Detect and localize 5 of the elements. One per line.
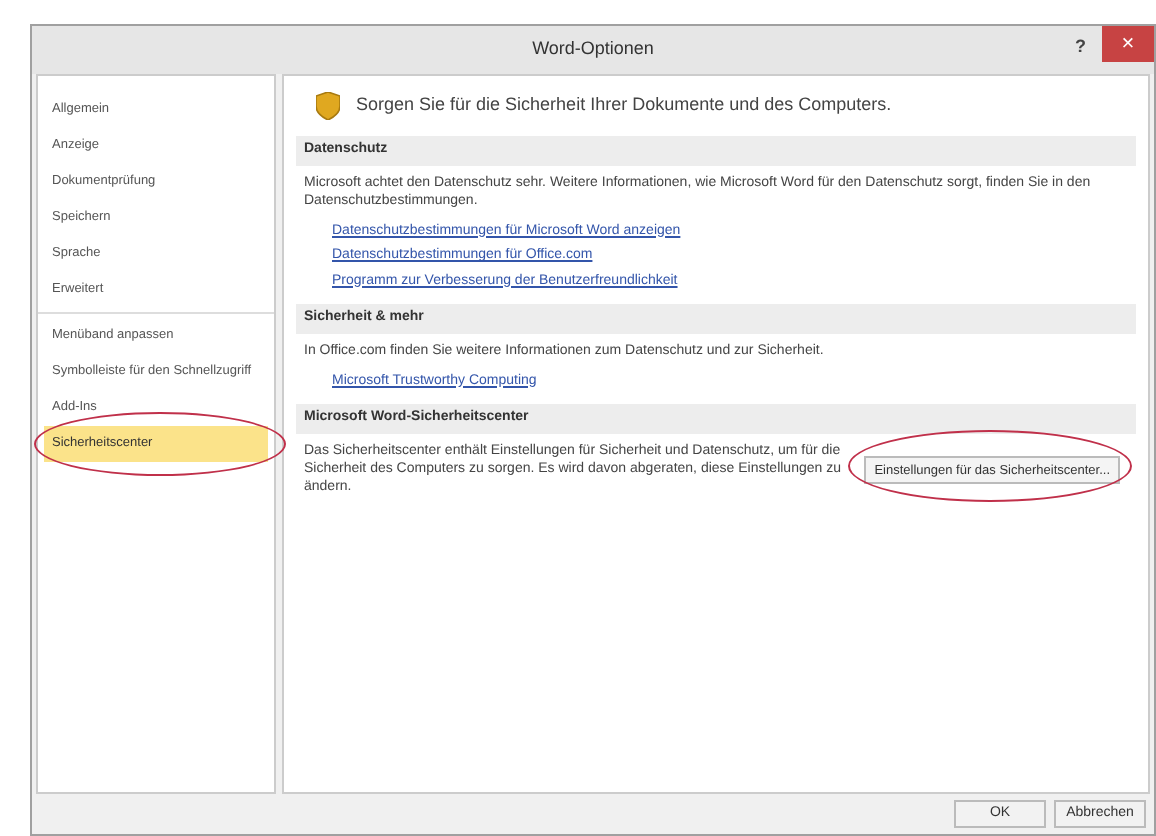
- help-button[interactable]: ?: [1067, 34, 1094, 61]
- window-title: Word-Optionen: [532, 36, 654, 63]
- shield-icon: [316, 92, 340, 120]
- page-heading: Sorgen Sie für die Sicherheit Ihrer Dokumente und des Computers.: [356, 92, 892, 119]
- close-button[interactable]: ×: [1102, 26, 1154, 62]
